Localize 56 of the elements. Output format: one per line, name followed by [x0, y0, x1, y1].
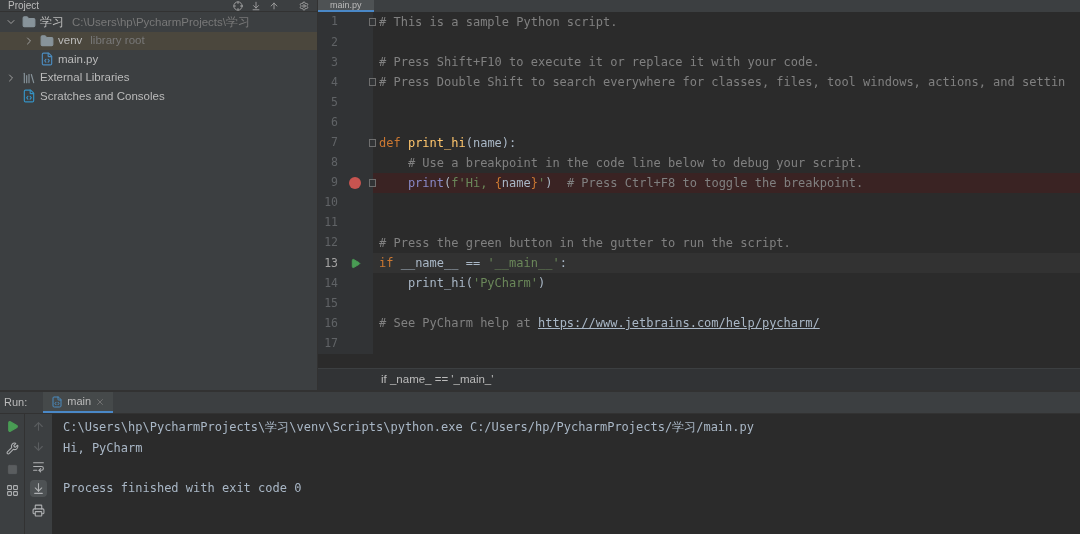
- fold-icon[interactable]: [369, 178, 376, 187]
- code-line: def print_hi(name):: [379, 134, 517, 152]
- print-icon[interactable]: [32, 504, 45, 517]
- code-line: # Press the green button in the gutter to run the script.: [379, 235, 791, 253]
- code-line: # Use a breakpoint in the code line below to debug your script.: [406, 154, 864, 172]
- fold-icon[interactable]: [369, 138, 376, 147]
- fold-icon[interactable]: [369, 18, 376, 27]
- down-arrow-icon[interactable]: [32, 440, 45, 453]
- code-line: # This is a sample Python script.: [379, 14, 618, 32]
- tree-item[interactable]: Scratches and Consoles: [0, 87, 317, 106]
- console-output-line: Hi, PyCharm: [63, 439, 144, 457]
- python-file-icon: [51, 395, 64, 408]
- folder-icon: [40, 33, 54, 48]
- code-line: # See PyCharm help at https://www.jetbrains.com/help/pycharm/: [379, 315, 820, 333]
- tree-item-label: External Libraries: [40, 70, 130, 86]
- wrench-icon[interactable]: [5, 442, 19, 455]
- rerun-icon[interactable]: [5, 420, 19, 433]
- tree-item[interactable]: External Libraries: [0, 68, 317, 87]
- tree-item-label: Scratches and Consoles: [40, 88, 165, 104]
- code-line: # Press Shift+F10 to execute it or replace it with your code.: [379, 54, 820, 72]
- layout-icon[interactable]: [5, 484, 19, 497]
- line-number: 13: [323, 254, 338, 272]
- stop-icon[interactable]: [6, 464, 18, 475]
- editor-tab[interactable]: main.py: [318, 0, 374, 12]
- settings-icon[interactable]: [299, 0, 309, 11]
- run-icon[interactable]: [349, 257, 361, 269]
- folder-icon: [22, 15, 36, 30]
- code-line: print_hi('PyCharm'): [406, 275, 546, 293]
- console-output-line: C:\Users\hp\PycharmProjects\学习\venv\Scripts\python.exe C:/Users/hp/PycharmProjects/学习/main.py: [63, 419, 755, 437]
- close-icon[interactable]: [95, 396, 106, 407]
- tree-item-label: venv: [58, 33, 83, 49]
- soft-wrap-icon[interactable]: [32, 460, 45, 473]
- panel-title: Project: [8, 0, 40, 11]
- tree-item-label: main.py: [58, 51, 99, 67]
- code-line: # Press Double Shift to search everywhere for classes, files, tool windows, actions, and settin: [379, 74, 1066, 92]
- run-tab[interactable]: main: [43, 392, 114, 413]
- exit-message: Process finished with exit code 0: [63, 480, 303, 498]
- scroll-to-end-button[interactable]: [30, 480, 47, 497]
- run-label: Run:: [4, 395, 28, 411]
- scroll-to-end-icon: [32, 482, 45, 495]
- code-line: print(f'Hi, {name}') # Press Ctrl+F8 to toggle the breakpoint.: [406, 174, 864, 192]
- breakpoint-icon[interactable]: [349, 176, 361, 189]
- scratch-file-icon: [22, 89, 36, 104]
- tree-item-label: 学习: [40, 14, 64, 30]
- locate-icon[interactable]: [233, 0, 243, 11]
- library-icon: [22, 70, 36, 85]
- up-arrow-icon[interactable]: [32, 420, 45, 433]
- expand-icon[interactable]: [251, 0, 261, 11]
- tree-item[interactable]: 学习 C:\Users\hp\PycharmProjects\学习: [0, 13, 317, 32]
- python-file-icon: [40, 52, 54, 67]
- code-line: if __name__ == '__main__':: [379, 255, 567, 273]
- breadcrumb[interactable]: if _name_ == '_main_': [381, 370, 494, 389]
- tree-item-hint: C:\Users\hp\PycharmProjects\学习: [72, 14, 250, 30]
- tree-item[interactable]: main.py: [0, 50, 317, 69]
- fold-icon[interactable]: [369, 78, 376, 87]
- collapse-icon[interactable]: [269, 0, 279, 11]
